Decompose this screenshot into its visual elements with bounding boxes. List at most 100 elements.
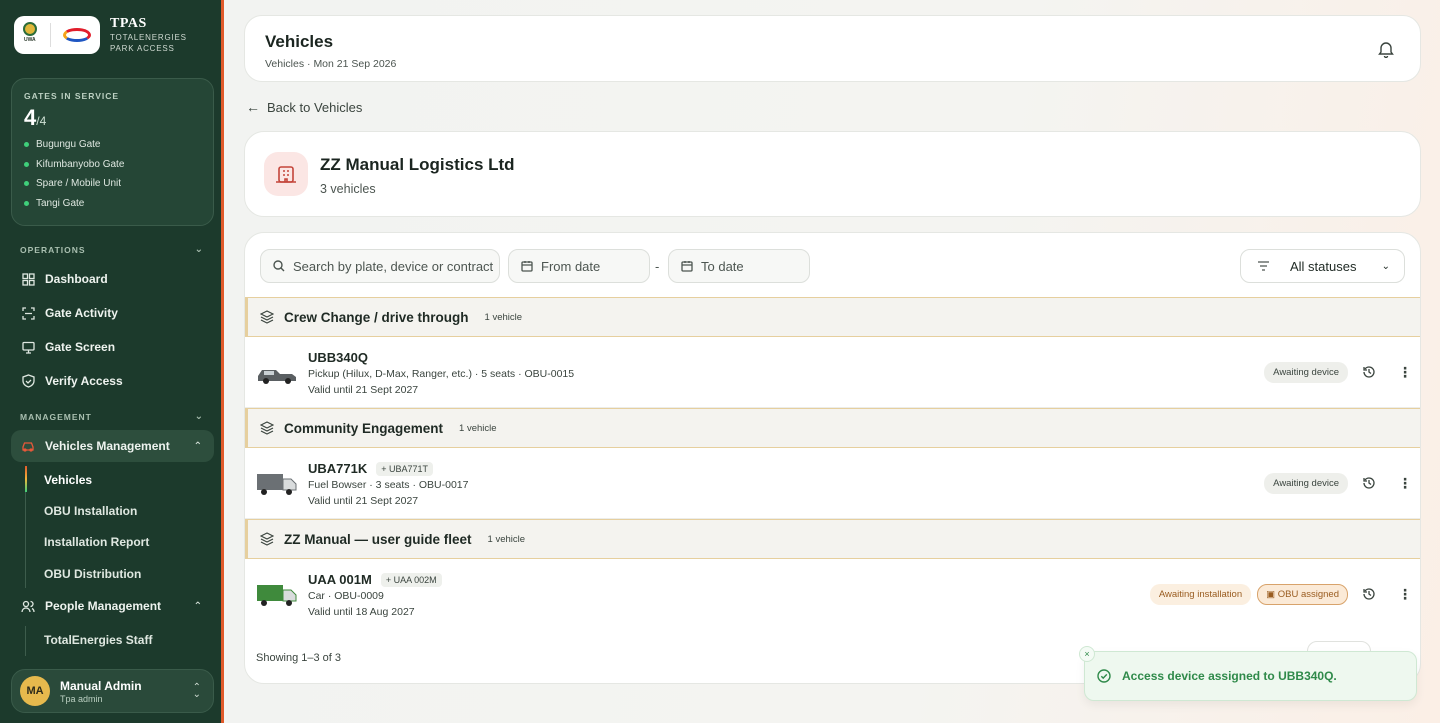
vehicle-meta: Pickup (Hilux, D-Max, Ranger, etc.) · 5 … [308, 368, 575, 380]
monitor-icon [21, 340, 35, 354]
from-date-input[interactable]: From date [508, 249, 650, 283]
vehicle-plate: UBB340Q [308, 350, 368, 365]
group-header[interactable]: Crew Change / drive through 1 vehicle [245, 297, 1420, 337]
operations-section-toggle[interactable]: OPERATIONS ⌄ [20, 244, 204, 255]
nav-people-management[interactable]: People Management ⌃ [11, 590, 214, 622]
brand-subtitle-1: TOTALENERGIES [110, 33, 187, 42]
subnav-vehicles[interactable]: Vehicles [44, 473, 92, 487]
truck-vehicle-icon [257, 474, 297, 495]
status-badge: Awaiting device [1264, 472, 1348, 494]
company-name: ZZ Manual Logistics Ltd [320, 155, 515, 174]
table-row[interactable]: UBB340Q Pickup (Hilux, D-Max, Ranger, et… [245, 337, 1420, 408]
arrow-left-icon: ← [246, 99, 260, 115]
status-filter-select[interactable]: All statuses ⌄ [1240, 249, 1405, 283]
chevron-up-icon: ⌃ [193, 440, 202, 452]
layers-icon [260, 310, 274, 324]
status-dot-icon [24, 142, 29, 148]
close-icon[interactable]: × [1079, 646, 1095, 662]
company-card: ZZ Manual Logistics Ltd 3 vehicles [244, 131, 1421, 217]
car-icon [21, 439, 35, 453]
page-header: Vehicles Vehicles · Mon 21 Sep 2026 [244, 15, 1421, 82]
subnav-installation-report[interactable]: Installation Report [44, 535, 149, 549]
brand-title: TPAS [110, 16, 147, 31]
user-role: Tpa admin [60, 693, 103, 704]
chip-icon: ▣ [1266, 588, 1278, 600]
vehicle-plate: UAA 001M + UAA 002M [308, 572, 442, 587]
check-circle-icon [1097, 669, 1111, 683]
search-icon [273, 260, 285, 272]
submenu-rail [25, 466, 27, 588]
vehicle-validity: Valid until 18 Aug 2027 [308, 606, 415, 618]
history-icon[interactable] [1362, 587, 1376, 601]
gate-item: Spare / Mobile Unit [24, 174, 201, 194]
scan-icon [21, 306, 35, 320]
gates-label: GATES IN SERVICE [24, 91, 120, 101]
chevron-down-icon: ⌄ [1381, 260, 1390, 272]
status-dot-icon [24, 200, 29, 206]
gates-in-service-card: GATES IN SERVICE 4/4 Bugungu Gate Kifumb… [11, 78, 214, 226]
group-header[interactable]: ZZ Manual — user guide fleet 1 vehicle [245, 519, 1420, 559]
pickup-vehicle-icon [258, 370, 296, 384]
submenu-rail [25, 626, 26, 656]
history-icon[interactable] [1362, 476, 1376, 490]
shield-check-icon [21, 374, 35, 388]
gate-item: Bugungu Gate [24, 135, 201, 155]
status-badge: Awaiting device [1264, 361, 1348, 383]
history-icon[interactable] [1362, 365, 1376, 379]
nav-vehicles-management[interactable]: Vehicles Management ⌃ [11, 430, 214, 462]
bell-icon[interactable] [1378, 40, 1394, 58]
more-options-icon[interactable]: ⋮ [1398, 476, 1412, 490]
more-options-icon[interactable]: ⋮ [1398, 587, 1412, 601]
nav-gate-screen[interactable]: Gate Screen [11, 331, 214, 363]
alt-plate-badge: + UAA 002M [380, 572, 442, 587]
back-to-vehicles-link[interactable]: ← Back to Vehicles [246, 99, 362, 115]
vehicle-validity: Valid until 21 Sept 2027 [308, 495, 419, 507]
layers-icon [260, 532, 274, 546]
subnav-obu-distribution[interactable]: OBU Distribution [44, 567, 141, 581]
breadcrumb: Vehicles · Mon 21 Sep 2026 [265, 58, 397, 70]
chevron-updown-icon: ⌃ ⌄ [192, 682, 201, 700]
vehicle-count: 3 vehicles [320, 182, 376, 196]
more-options-icon[interactable]: ⋮ [1398, 365, 1412, 379]
subnav-totalenergies-staff[interactable]: TotalEnergies Staff [44, 633, 152, 647]
subnav-obu-installation[interactable]: OBU Installation [44, 504, 137, 518]
user-menu[interactable]: MA Manual Admin Tpa admin ⌃ ⌄ [11, 669, 214, 713]
vehicle-meta: Car · OBU-0009 [308, 590, 384, 602]
filter-bar: Search by plate, device or contract From… [245, 233, 1420, 297]
vehicle-plate: UBA771K + UBA771T [308, 461, 434, 476]
filter-icon [1258, 261, 1269, 271]
building-icon [264, 152, 308, 196]
gate-item: Kifumbanyobo Gate [24, 155, 201, 175]
pagination-summary: Showing 1–3 of 3 [256, 652, 342, 664]
management-section-toggle[interactable]: MANAGEMENT ⌄ [20, 411, 204, 422]
brand-subtitle-2: PARK ACCESS [110, 44, 175, 53]
layers-icon [260, 421, 274, 435]
calendar-icon [521, 261, 533, 272]
totalenergies-logo [61, 25, 95, 45]
toast-message: Access device assigned to UBB340Q. [1122, 669, 1337, 683]
uwa-logo: UWA [19, 22, 41, 48]
gate-item: Tangi Gate [24, 194, 201, 214]
truck-vehicle-icon [257, 585, 297, 606]
group-header[interactable]: Community Engagement 1 vehicle [245, 408, 1420, 448]
gate-list: Bugungu Gate Kifumbanyobo Gate Spare / M… [24, 135, 201, 213]
alt-plate-badge: + UBA771T [376, 461, 434, 476]
status-badge: Awaiting installation [1149, 583, 1252, 605]
avatar: MA [20, 676, 50, 706]
status-dot-icon [24, 161, 29, 167]
nav-gate-activity[interactable]: Gate Activity [11, 297, 214, 329]
grid-icon [21, 272, 35, 286]
nav-dashboard[interactable]: Dashboard [11, 263, 214, 295]
brand[interactable]: UWA TPAS TOTALENERGIES PARK ACCESS [14, 14, 214, 56]
calendar-icon [681, 261, 693, 272]
nav-verify-access[interactable]: Verify Access [11, 365, 214, 397]
user-name: Manual Admin [60, 678, 142, 693]
search-input[interactable]: Search by plate, device or contract [260, 249, 500, 283]
sidebar: UWA TPAS TOTALENERGIES PARK ACCESS GATES… [0, 0, 224, 723]
table-row[interactable]: UBA771K + UBA771T Fuel Bowser · 3 seats ·… [245, 448, 1420, 519]
table-row[interactable]: UAA 001M + UAA 002M Car · OBU-0009 Valid … [245, 559, 1420, 630]
to-date-input[interactable]: To date [668, 249, 810, 283]
brand-logos: UWA [14, 16, 100, 54]
chevron-up-icon: ⌃ [193, 600, 202, 612]
success-toast: × Access device assigned to UBB340Q. [1079, 646, 1417, 701]
